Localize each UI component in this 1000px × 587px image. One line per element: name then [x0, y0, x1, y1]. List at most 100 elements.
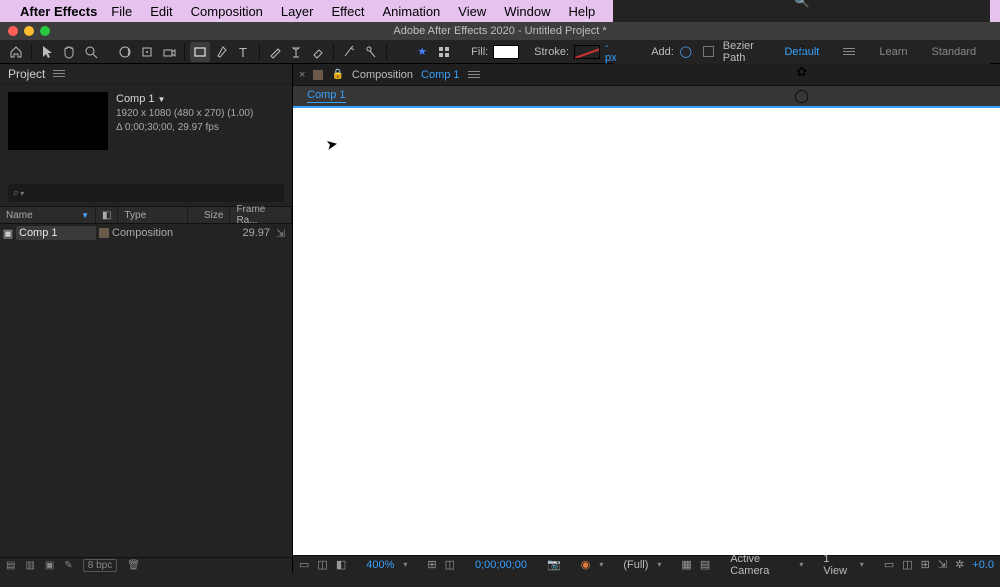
- always-preview-icon[interactable]: ▭: [299, 558, 309, 571]
- views-select[interactable]: 1 View: [823, 553, 850, 577]
- close-window-icon[interactable]: [8, 26, 18, 36]
- home-icon[interactable]: [6, 42, 26, 62]
- menu-window[interactable]: Window: [504, 4, 550, 19]
- channel-dropdown-icon[interactable]: ▾: [599, 560, 603, 569]
- menu-view[interactable]: View: [458, 4, 486, 19]
- comp-thumbnail[interactable]: [8, 92, 108, 150]
- panel-menu-icon[interactable]: [468, 69, 480, 80]
- trash-icon[interactable]: 🗑: [127, 560, 140, 571]
- panel-menu-icon[interactable]: [53, 68, 65, 79]
- pen-tool-icon[interactable]: [212, 42, 232, 62]
- minimize-window-icon[interactable]: [24, 26, 34, 36]
- zoom-level[interactable]: 400%: [366, 559, 394, 571]
- fast-preview-icon[interactable]: ◫: [902, 558, 912, 571]
- col-label[interactable]: ◧: [96, 207, 118, 223]
- add-label[interactable]: Add:: [651, 46, 674, 58]
- menu-edit[interactable]: Edit: [150, 4, 172, 19]
- zoom-dropdown-icon[interactable]: ▾: [403, 560, 407, 569]
- snapping-icon[interactable]: [434, 42, 454, 62]
- workspace-menu-icon[interactable]: [843, 46, 855, 57]
- col-type[interactable]: Type: [118, 207, 188, 223]
- col-size[interactable]: Size: [188, 207, 230, 223]
- menu-composition[interactable]: Composition: [191, 4, 263, 19]
- bpc-button[interactable]: 8 bpc: [83, 559, 117, 572]
- project-item[interactable]: ▣ Comp 1 Composition 29.97 ⇲: [0, 224, 292, 242]
- project-list[interactable]: ▣ Comp 1 Composition 29.97 ⇲: [0, 224, 292, 557]
- exposure-value[interactable]: +0.0: [972, 559, 994, 571]
- composition-viewer[interactable]: ➤: [293, 106, 1000, 555]
- clone-stamp-tool-icon[interactable]: [286, 42, 306, 62]
- comp-name[interactable]: Comp 1: [116, 93, 155, 105]
- views-dropdown-icon[interactable]: ▾: [860, 560, 864, 569]
- reset-exposure-icon[interactable]: ✲: [955, 558, 964, 571]
- app-name[interactable]: After Effects: [20, 4, 97, 19]
- project-panel-title[interactable]: Project: [8, 67, 45, 81]
- status-icon[interactable]: ⌂: [798, 41, 806, 56]
- star-icon[interactable]: ★: [412, 42, 432, 62]
- camera-tool-icon[interactable]: [159, 42, 179, 62]
- roi-icon[interactable]: ◫: [445, 558, 455, 571]
- search-dropdown-icon[interactable]: ▾: [20, 189, 24, 198]
- mask-icon[interactable]: ◧: [336, 558, 346, 571]
- current-time[interactable]: 0;00;00;00: [475, 559, 527, 571]
- stroke-label[interactable]: Stroke:: [534, 46, 569, 58]
- lock-icon[interactable]: 🔒: [331, 69, 343, 80]
- interpret-footage-icon[interactable]: ▤: [6, 560, 15, 571]
- bezier-checkbox[interactable]: [703, 46, 714, 57]
- grid-icon[interactable]: ▤: [700, 558, 710, 571]
- transparency-grid-icon[interactable]: ◫: [317, 558, 327, 571]
- item-name[interactable]: Comp 1: [16, 226, 96, 240]
- project-settings-icon[interactable]: ✎: [64, 560, 72, 571]
- col-framerate[interactable]: Frame Ra...: [230, 207, 292, 223]
- puppet-pin-tool-icon[interactable]: [361, 42, 381, 62]
- type-tool-icon[interactable]: T: [234, 42, 254, 62]
- col-name[interactable]: Name▼: [0, 207, 96, 223]
- status-icon[interactable]: 🔍: [794, 0, 810, 9]
- workspace-standard[interactable]: Standard: [931, 46, 976, 58]
- comp-flowchart-icon[interactable]: ⇲: [938, 558, 947, 571]
- fill-label[interactable]: Fill:: [471, 46, 488, 58]
- stroke-width[interactable]: - px: [605, 40, 623, 64]
- workspace-learn[interactable]: Learn: [879, 46, 907, 58]
- menu-layer[interactable]: Layer: [281, 4, 314, 19]
- stroke-swatch[interactable]: [574, 45, 600, 59]
- menu-file[interactable]: File: [111, 4, 132, 19]
- guides-icon[interactable]: ▦: [681, 558, 691, 571]
- orbit-tool-icon[interactable]: [115, 42, 135, 62]
- close-tab-icon[interactable]: ×: [299, 69, 305, 81]
- eraser-tool-icon[interactable]: [308, 42, 328, 62]
- res-dropdown-icon[interactable]: ▾: [657, 560, 661, 569]
- brush-tool-icon[interactable]: [265, 42, 285, 62]
- zoom-tool-icon[interactable]: [81, 42, 101, 62]
- comp-tab-link[interactable]: Comp 1: [421, 69, 460, 81]
- mac-menubar[interactable]: After Effects File Edit Composition Laye…: [0, 0, 1000, 22]
- new-folder-icon[interactable]: ▥: [25, 560, 34, 571]
- rotation-tool-icon[interactable]: [137, 42, 157, 62]
- menu-animation[interactable]: Animation: [382, 4, 440, 19]
- timeline-icon[interactable]: ⊞: [921, 558, 930, 571]
- new-comp-icon[interactable]: ▣: [45, 560, 54, 571]
- channel-icon[interactable]: ◉: [581, 558, 591, 571]
- add-dropdown-icon[interactable]: ◯: [679, 42, 693, 62]
- camera-select[interactable]: Active Camera: [730, 553, 790, 577]
- dropdown-icon[interactable]: ▼: [158, 95, 166, 104]
- rectangle-tool-icon[interactable]: [190, 42, 210, 62]
- project-search-input[interactable]: ⌕▾: [8, 184, 284, 202]
- item-label-swatch[interactable]: [99, 228, 109, 238]
- comp-breadcrumb[interactable]: Comp 1: [307, 89, 346, 103]
- camera-dropdown-icon[interactable]: ▾: [799, 560, 803, 569]
- snapshot-icon[interactable]: 📷: [547, 558, 561, 571]
- pixel-aspect-icon[interactable]: ▭: [884, 558, 894, 571]
- hand-tool-icon[interactable]: [59, 42, 79, 62]
- fill-swatch[interactable]: [493, 45, 519, 59]
- zoom-window-icon[interactable]: [40, 26, 50, 36]
- roto-brush-tool-icon[interactable]: [339, 42, 359, 62]
- flowchart-icon[interactable]: ⇲: [276, 227, 292, 240]
- resolution-select[interactable]: (Full): [623, 559, 648, 571]
- resolution-icon[interactable]: ⊞: [427, 558, 436, 571]
- selection-tool-icon[interactable]: [37, 42, 57, 62]
- status-icon[interactable]: ◯: [794, 88, 809, 104]
- status-icon[interactable]: ✿: [796, 64, 807, 80]
- menu-effect[interactable]: Effect: [331, 4, 364, 19]
- menu-help[interactable]: Help: [568, 4, 595, 19]
